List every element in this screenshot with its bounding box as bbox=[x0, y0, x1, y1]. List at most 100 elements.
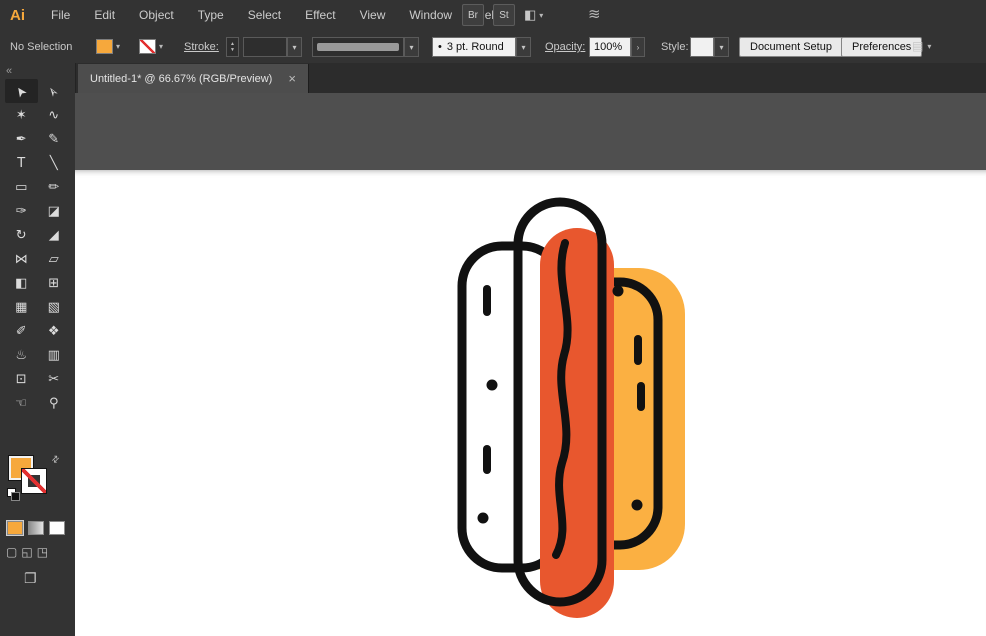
width-profile-dropdown-button[interactable]: ▾ bbox=[404, 37, 419, 57]
stroke-proxy-swatch[interactable] bbox=[21, 468, 47, 494]
mesh-tool[interactable]: ▦ bbox=[5, 295, 38, 319]
direct-selection-tool[interactable]: ➣ bbox=[38, 79, 71, 103]
preferences-button[interactable]: Preferences bbox=[841, 37, 922, 57]
canvas-pasteboard[interactable] bbox=[75, 93, 986, 636]
stroke-color-dropdown[interactable]: ▾ bbox=[139, 39, 163, 54]
width-icon: ⋈ bbox=[15, 252, 28, 267]
pencil-tool[interactable]: ✑ bbox=[5, 199, 38, 223]
chevron-down-icon: ▾ bbox=[927, 42, 931, 51]
free-transform-tool[interactable]: ▱ bbox=[38, 247, 71, 271]
magic-wand-tool[interactable]: ✶ bbox=[5, 103, 38, 127]
blend-tool[interactable]: ❖ bbox=[38, 319, 71, 343]
rectangle-tool[interactable]: ▭ bbox=[5, 175, 38, 199]
zoom-icon: ⚲ bbox=[49, 396, 59, 411]
perspective-grid-tool[interactable]: ⊞ bbox=[38, 271, 71, 295]
curvature-tool[interactable]: ✎ bbox=[38, 127, 71, 151]
opacity-input[interactable] bbox=[589, 37, 631, 57]
collapse-panel-icon[interactable]: « bbox=[0, 63, 75, 78]
menu-edit[interactable]: Edit bbox=[82, 0, 127, 30]
eyedropper-tool[interactable]: ✐ bbox=[5, 319, 38, 343]
app-logo[interactable]: Ai bbox=[10, 7, 25, 24]
width-tool[interactable]: ⋈ bbox=[5, 247, 38, 271]
menu-window[interactable]: Window bbox=[397, 0, 464, 30]
hot-dog-artwork[interactable] bbox=[75, 93, 986, 636]
chevron-down-icon: ▾ bbox=[159, 42, 163, 51]
style-field[interactable] bbox=[690, 37, 714, 57]
menu-select[interactable]: Select bbox=[236, 0, 293, 30]
rotate-tool[interactable]: ↻ bbox=[5, 223, 38, 247]
stroke-panel-link[interactable]: Stroke: bbox=[184, 41, 219, 53]
hand-tool[interactable]: ☜ bbox=[5, 391, 38, 415]
width-profile-field[interactable] bbox=[312, 37, 404, 57]
stepper-down-icon[interactable]: ▼ bbox=[230, 47, 235, 53]
screen-mode-icon[interactable]: ❐ bbox=[24, 571, 37, 587]
document-tab-bar: Untitled-1* @ 66.67% (RGB/Preview) × bbox=[75, 63, 986, 94]
artboard-tool[interactable]: ⊡ bbox=[5, 367, 38, 391]
brush-dropdown-button[interactable]: ▾ bbox=[516, 37, 531, 57]
slice-tool[interactable]: ✂ bbox=[38, 367, 71, 391]
menu-type[interactable]: Type bbox=[186, 0, 236, 30]
default-stroke-mini bbox=[11, 492, 20, 501]
eraser-icon: ◪ bbox=[48, 204, 60, 219]
pencil-icon: ✑ bbox=[16, 204, 27, 219]
zoom-tool[interactable]: ⚲ bbox=[38, 391, 71, 415]
stroke-weight-field[interactable] bbox=[243, 37, 287, 57]
shape-builder-tool[interactable]: ◧ bbox=[5, 271, 38, 295]
gradient-button[interactable] bbox=[28, 521, 44, 535]
arrange-documents-control[interactable]: ▤ ▾ bbox=[912, 39, 931, 53]
paintbrush-tool[interactable]: ✏ bbox=[38, 175, 71, 199]
menu-effect[interactable]: Effect bbox=[293, 0, 347, 30]
artboard-icon: ⊡ bbox=[16, 372, 27, 387]
garnish-dot[interactable] bbox=[487, 380, 498, 391]
menu-file[interactable]: File bbox=[39, 0, 82, 30]
type-tool[interactable]: T bbox=[5, 151, 38, 175]
none-button[interactable] bbox=[49, 521, 65, 535]
fill-swatch bbox=[96, 39, 113, 54]
garnish-dot[interactable] bbox=[613, 286, 624, 297]
document-tab[interactable]: Untitled-1* @ 66.67% (RGB/Preview) × bbox=[78, 64, 309, 93]
line-segment-tool[interactable]: ╲ bbox=[38, 151, 71, 175]
draw-behind-icon[interactable]: ◱ bbox=[21, 545, 32, 559]
mesh-icon: ▦ bbox=[15, 300, 27, 315]
stroke-weight-stepper[interactable]: ▲ ▼ bbox=[226, 37, 239, 57]
opacity-options-button[interactable]: › bbox=[631, 37, 645, 57]
selection-tool[interactable]: ➤ bbox=[5, 79, 38, 103]
stock-button[interactable]: St bbox=[493, 4, 515, 26]
style-dropdown-button[interactable]: ▾ bbox=[714, 37, 729, 57]
menu-object[interactable]: Object bbox=[127, 0, 186, 30]
workspace-switcher[interactable]: ◧ ▾ bbox=[524, 7, 543, 23]
rectangle-icon: ▭ bbox=[15, 180, 27, 195]
eraser-tool[interactable]: ◪ bbox=[38, 199, 71, 223]
gesture-icon[interactable]: ≋ bbox=[588, 5, 601, 23]
opacity-panel-link[interactable]: Opacity: bbox=[545, 41, 585, 53]
document-setup-button[interactable]: Document Setup bbox=[739, 37, 843, 57]
symbol-sprayer-tool[interactable]: ♨ bbox=[5, 343, 38, 367]
brush-definition-field[interactable]: • 3 pt. Round bbox=[432, 37, 516, 57]
fill-color-dropdown[interactable]: ▾ bbox=[96, 39, 120, 54]
draw-inside-icon[interactable]: ◳ bbox=[37, 545, 48, 559]
style-label: Style: bbox=[661, 41, 689, 53]
chevron-down-icon: ▾ bbox=[116, 42, 120, 51]
garnish-dot[interactable] bbox=[632, 500, 643, 511]
close-icon[interactable]: × bbox=[288, 71, 296, 86]
stroke-weight-dropdown-button[interactable]: ▾ bbox=[287, 37, 302, 57]
default-fill-stroke-icon[interactable] bbox=[7, 488, 20, 501]
pen-icon: ✒ bbox=[16, 132, 27, 147]
draw-normal-icon[interactable]: ▢ bbox=[6, 545, 17, 559]
column-graph-tool[interactable]: ▥ bbox=[38, 343, 71, 367]
menu-bar: Ai FileEditObjectTypeSelectEffectViewWin… bbox=[0, 0, 986, 31]
pen-tool[interactable]: ✒ bbox=[5, 127, 38, 151]
lasso-tool[interactable]: ∿ bbox=[38, 103, 71, 127]
width-profile-preview bbox=[317, 43, 399, 51]
selection-icon: ➤ bbox=[12, 82, 31, 100]
menu-view[interactable]: View bbox=[348, 0, 398, 30]
swap-fill-stroke-icon[interactable]: ⇄ bbox=[49, 453, 62, 466]
color-button[interactable] bbox=[7, 521, 23, 535]
garnish-dot[interactable] bbox=[478, 513, 489, 524]
scale-tool[interactable]: ◢ bbox=[38, 223, 71, 247]
bridge-button[interactable]: Br bbox=[462, 4, 484, 26]
scale-icon: ◢ bbox=[49, 228, 59, 243]
menubar-icons: Br St ◧ ▾ bbox=[462, 4, 543, 26]
gradient-tool[interactable]: ▧ bbox=[38, 295, 71, 319]
gradient-icon: ▧ bbox=[48, 300, 60, 315]
